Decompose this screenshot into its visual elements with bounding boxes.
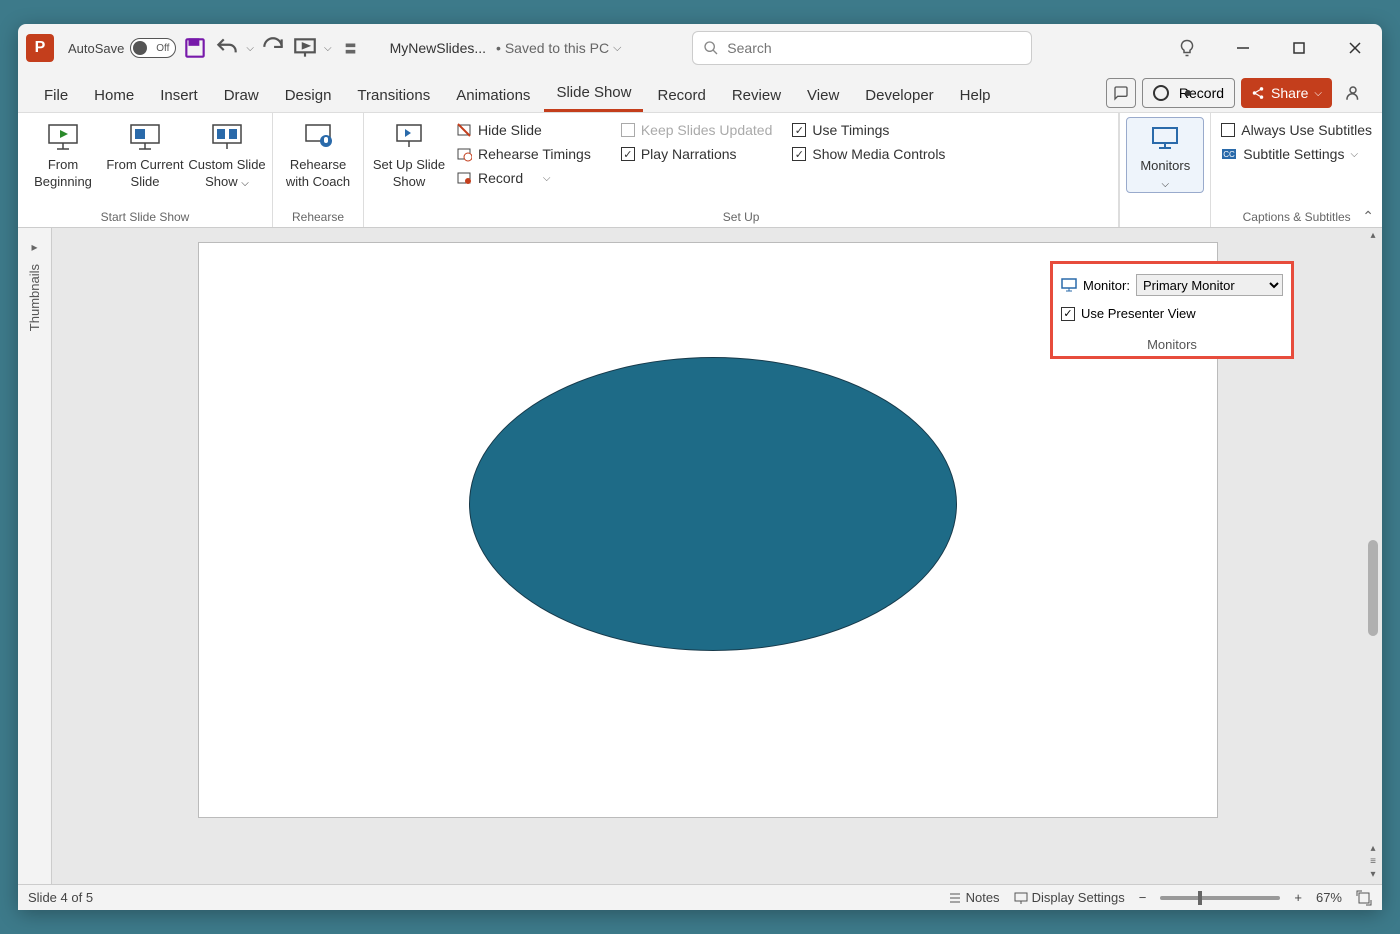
lightbulb-icon[interactable] [1168,29,1206,67]
tab-record[interactable]: Record [645,81,717,112]
from-current-slide-button[interactable]: From Current Slide [106,117,184,191]
autosave-toggle[interactable]: Off [130,38,176,58]
record-dropdown-button[interactable]: Record ⌵ [452,167,595,189]
group-captions: Always Use Subtitles CCSubtitle Settings… [1211,113,1382,227]
scroll-thumb[interactable] [1368,540,1378,636]
tab-view[interactable]: View [795,81,851,112]
monitor-label: Monitor: [1083,278,1130,293]
tab-file[interactable]: File [32,81,80,112]
tab-insert[interactable]: Insert [148,81,210,112]
next-slide-icon[interactable]: ▾ [1370,869,1375,880]
saved-status[interactable]: • Saved to this PC ⌵ [496,40,621,56]
use-presenter-view-checkbox[interactable]: ✓Use Presenter View [1061,306,1283,321]
ribbon: From Beginning From Current Slide Custom… [18,112,1382,228]
group-setup: Set Up Slide Show Hide Slide Rehearse Ti… [364,113,1119,227]
fit-to-window-button[interactable] [1356,890,1372,906]
custom-slide-show-button[interactable]: Custom Slide Show ⌵ [188,117,266,191]
save-button[interactable] [182,35,208,61]
tab-design[interactable]: Design [273,81,344,112]
ellipse-shape[interactable] [469,357,957,651]
close-button[interactable] [1336,29,1374,67]
tab-help[interactable]: Help [948,81,1003,112]
zoom-in-button[interactable]: + [1294,890,1302,905]
tab-developer[interactable]: Developer [853,81,945,112]
tab-draw[interactable]: Draw [212,81,271,112]
prev-slide-icon[interactable]: ▴ [1370,843,1375,854]
app-window: AutoSave Off ⌵ ⌵ 〓 MyNewSlides... • Save… [18,24,1382,910]
maximize-button[interactable] [1280,29,1318,67]
monitor-icon [1061,277,1077,293]
always-use-subtitles-checkbox[interactable]: Always Use Subtitles [1217,119,1376,141]
undo-button[interactable] [214,35,240,61]
group-start-slideshow: From Beginning From Current Slide Custom… [18,113,273,227]
subtitle-settings-button[interactable]: CCSubtitle Settings ⌵ [1217,143,1376,165]
ribbon-tabs: File Home Insert Draw Design Transitions… [18,72,1382,112]
monitor-select[interactable]: Primary Monitor [1136,274,1283,296]
record-button[interactable]: Record [1142,78,1235,108]
tab-slideshow[interactable]: Slide Show [544,78,643,112]
search-box[interactable] [692,31,1032,65]
vertical-scrollbar[interactable]: ▴ ▴ ≡ ▾ [1364,228,1382,884]
show-media-controls-checkbox[interactable]: ✓Show Media Controls [788,143,949,165]
group-monitors: Monitors⌵ [1119,113,1211,227]
title-bar: AutoSave Off ⌵ ⌵ 〓 MyNewSlides... • Save… [18,24,1382,72]
monitors-panel: Monitor: Primary Monitor ✓Use Presenter … [1050,261,1294,359]
minimize-button[interactable] [1224,29,1262,67]
nav-icon[interactable]: ≡ [1370,856,1376,867]
tab-animations[interactable]: Animations [444,81,542,112]
undo-dropdown[interactable]: ⌵ [246,43,254,54]
share-button[interactable]: Share⌵ [1241,78,1332,108]
tab-review[interactable]: Review [720,81,793,112]
document-title[interactable]: MyNewSlides... [390,40,486,56]
notes-button[interactable]: Notes [948,890,1000,905]
present-from-beginning-button[interactable] [292,35,318,61]
status-bar: Slide 4 of 5 Notes Display Settings − + … [18,884,1382,910]
tab-home[interactable]: Home [82,81,146,112]
zoom-slider[interactable] [1160,896,1280,900]
powerpoint-icon [26,34,54,62]
comments-button[interactable] [1106,78,1136,108]
from-beginning-button[interactable]: From Beginning [24,117,102,191]
tab-transitions[interactable]: Transitions [345,81,442,112]
slide-counter[interactable]: Slide 4 of 5 [28,890,93,905]
keep-slides-updated-checkbox: Keep Slides Updated [617,119,777,141]
search-input[interactable] [727,40,1021,56]
account-button[interactable] [1338,78,1368,108]
collapse-ribbon-button[interactable]: ⌃ [1362,208,1374,225]
search-icon [703,40,719,56]
expand-thumbnails-button[interactable]: ▸ [27,236,41,258]
display-settings-button[interactable]: Display Settings [1014,890,1125,905]
qat-customize[interactable]: 〓 [338,35,364,61]
zoom-out-button[interactable]: − [1139,890,1147,905]
rehearse-with-coach-button[interactable]: Rehearse with Coach [279,117,357,191]
autosave-label: AutoSave [68,41,124,56]
thumbnails-strip[interactable]: ▸ Thumbnails [18,228,52,884]
svg-text:CC: CC [1224,150,1236,159]
setup-slide-show-button[interactable]: Set Up Slide Show [370,117,448,191]
use-timings-checkbox[interactable]: ✓Use Timings [788,119,949,141]
group-rehearse: Rehearse with Coach Rehearse [273,113,364,227]
monitors-group-label: Monitors [1061,337,1283,352]
qat-dropdown[interactable]: ⌵ [324,43,332,54]
monitors-button[interactable]: Monitors⌵ [1126,117,1204,193]
play-narrations-checkbox[interactable]: ✓Play Narrations [617,143,777,165]
redo-button[interactable] [260,35,286,61]
rehearse-timings-button[interactable]: Rehearse Timings [452,143,595,165]
thumbnails-label: Thumbnails [27,264,42,331]
zoom-level[interactable]: 67% [1316,890,1342,905]
hide-slide-button[interactable]: Hide Slide [452,119,595,141]
